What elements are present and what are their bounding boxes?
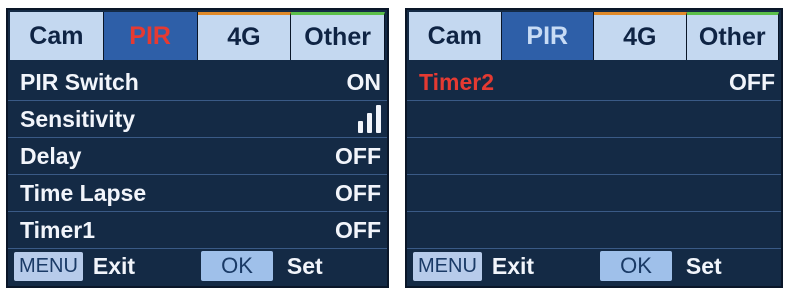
exit-label: Exit <box>491 252 535 279</box>
empty-row <box>407 175 781 212</box>
exit-label: Exit <box>92 252 136 279</box>
setting-label: Sensitivity <box>20 105 136 132</box>
set-label: Set <box>286 252 323 279</box>
tab-cam[interactable]: Cam <box>409 12 502 60</box>
tab-other[interactable]: Other <box>686 12 779 60</box>
tab-bar: Cam PIR 4G Other <box>10 12 385 60</box>
signal-bar <box>367 113 372 133</box>
setting-row-delay[interactable]: Delay OFF <box>8 138 387 175</box>
tab-4g[interactable]: 4G <box>594 12 687 60</box>
setting-value: OFF <box>335 216 381 243</box>
empty-row <box>407 138 781 175</box>
setting-value: ON <box>346 68 382 95</box>
tab-pir[interactable]: PIR <box>103 12 198 60</box>
set-label: Set <box>685 252 722 279</box>
setting-label: Timer2 <box>419 68 495 95</box>
setting-value: OFF <box>729 68 775 95</box>
key-hint-bar: MENU Exit OK Set <box>407 246 781 286</box>
tab-other[interactable]: Other <box>291 12 385 60</box>
settings-list: PIR Switch ON Sensitivity Delay OFF Time… <box>8 64 387 249</box>
signal-bar <box>358 121 363 133</box>
setting-row-timer2[interactable]: Timer2 OFF <box>407 64 781 101</box>
menu-key[interactable]: MENU <box>413 251 482 281</box>
setting-label: PIR Switch <box>20 68 139 95</box>
tab-cam[interactable]: Cam <box>10 12 104 60</box>
setting-label: Delay <box>20 142 82 169</box>
empty-row <box>407 101 781 138</box>
setting-label: Timer1 <box>20 216 96 243</box>
setting-value: OFF <box>335 142 381 169</box>
signal-bar <box>376 105 381 133</box>
tab-4g[interactable]: 4G <box>197 12 292 60</box>
setting-row-pir-switch[interactable]: PIR Switch ON <box>8 64 387 101</box>
setting-row-timer1[interactable]: Timer1 OFF <box>8 212 387 249</box>
tab-pir[interactable]: PIR <box>501 12 594 60</box>
right-menu-screen: Cam PIR 4G Other Timer2 OFF MENU Exit OK… <box>405 8 783 288</box>
signal-bars-icon <box>358 105 381 133</box>
empty-row <box>407 212 781 249</box>
setting-row-time-lapse[interactable]: Time Lapse OFF <box>8 175 387 212</box>
tab-bar: Cam PIR 4G Other <box>409 12 779 60</box>
setting-value: OFF <box>335 179 381 206</box>
ok-key[interactable]: OK <box>600 251 672 281</box>
ok-key[interactable]: OK <box>201 251 273 281</box>
setting-row-sensitivity[interactable]: Sensitivity <box>8 101 387 138</box>
key-hint-bar: MENU Exit OK Set <box>8 246 387 286</box>
menu-key[interactable]: MENU <box>14 251 83 281</box>
left-menu-screen: Cam PIR 4G Other PIR Switch ON Sensitivi… <box>6 8 389 288</box>
setting-label: Time Lapse <box>20 179 147 206</box>
settings-list: Timer2 OFF <box>407 64 781 249</box>
